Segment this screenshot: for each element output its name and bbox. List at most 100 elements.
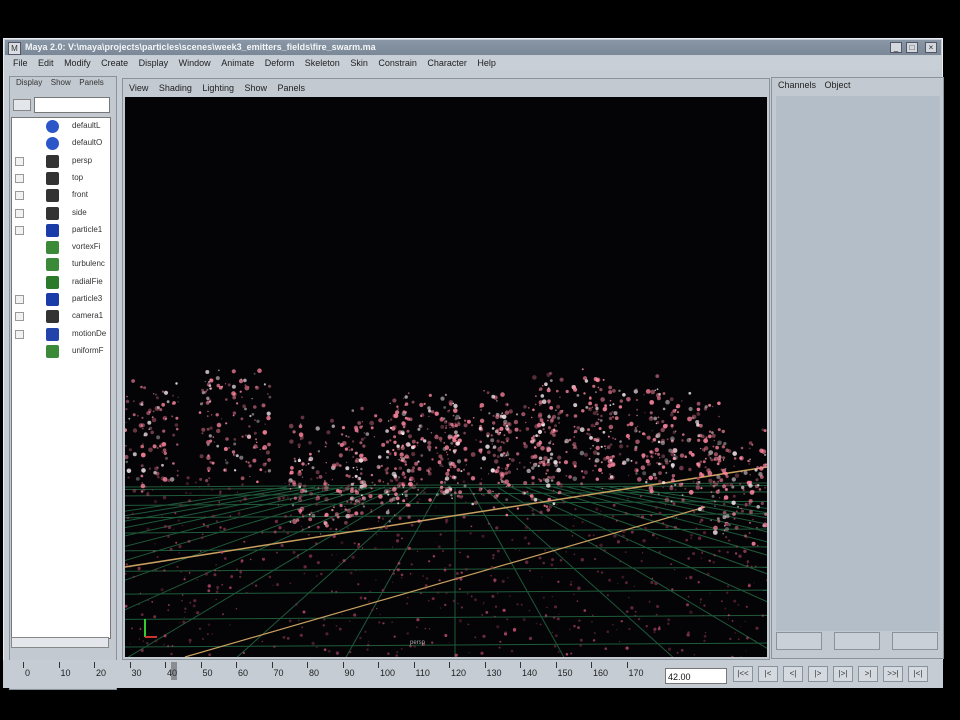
outliner-search-input[interactable] [35,98,109,112]
playback-button[interactable]: |> [808,666,828,682]
fire-particle [602,378,605,381]
expand-toggle[interactable] [15,329,24,339]
fire-particle [674,483,677,486]
menu-skeleton[interactable]: Skeleton [305,56,340,70]
ground-particle [467,593,469,595]
maya-app-icon[interactable]: M [8,42,21,55]
menu-skin[interactable]: Skin [350,56,368,70]
outliner-item[interactable]: defaultO [12,135,112,151]
fire-particle [232,453,236,457]
outliner-item[interactable]: particle1 [12,222,112,238]
fire-particle [533,498,538,502]
expand-toggle[interactable] [15,208,24,218]
outliner-list[interactable]: defaultL defaultO persp top front side particl… [11,117,111,639]
outliner-horizontal-scrollbar[interactable] [11,637,109,648]
menu-file[interactable]: File [13,56,28,70]
ground-particle [727,618,730,620]
channel-box-tool-button-1[interactable] [776,632,822,650]
fire-particle [496,455,500,459]
expand-toggle[interactable] [15,156,24,166]
ground-particle [625,646,629,650]
ground-particle [200,536,204,540]
expand-toggle[interactable] [15,173,24,183]
menu-help[interactable]: Help [477,56,496,70]
outliner-menu-display[interactable]: Display [16,77,42,89]
viewport-menu-panels[interactable]: Panels [278,81,306,95]
fire-particle [717,401,721,406]
ground-particle [424,487,426,489]
fire-particle [552,414,557,419]
ground-particle [326,523,328,526]
fire-particle [514,427,519,432]
outliner-item[interactable]: camera1 [12,308,112,324]
playback-button[interactable]: >>| [883,666,903,682]
menu-create[interactable]: Create [101,56,128,70]
fire-particle [646,435,651,440]
outliner-item[interactable]: persp [12,153,112,169]
viewport-menu-shading[interactable]: Shading [159,81,192,95]
outliner-item[interactable]: turbulenc [12,256,112,272]
expand-toggle[interactable] [15,295,24,304]
maximize-button[interactable]: □ [906,42,918,53]
menu-display[interactable]: Display [139,56,169,70]
outliner-menu-panels[interactable]: Panels [79,77,103,89]
fire-particle [169,477,175,482]
outliner-item[interactable]: motionDe [12,326,112,342]
outliner-item[interactable]: radialFie [12,274,112,290]
current-frame-field[interactable]: 42.00 [665,668,727,684]
close-button[interactable]: × [925,42,937,53]
playback-button[interactable]: <| [783,666,803,682]
viewport-menu-show[interactable]: Show [244,81,267,95]
fire-particle [665,423,669,427]
title-bar[interactable]: M Maya 2.0: V:\maya\projects\particles\s… [5,40,941,55]
expand-toggle[interactable] [15,225,24,235]
viewport-menu-lighting[interactable]: Lighting [202,81,234,95]
outliner-item[interactable]: side [12,205,112,221]
menu-animate[interactable]: Animate [221,56,254,70]
menu-edit[interactable]: Edit [38,56,54,70]
playback-button[interactable]: |<| [908,666,928,682]
outliner-item-label: top [72,172,84,182]
menu-deform[interactable]: Deform [265,56,295,70]
minimize-button[interactable]: _ [890,42,902,53]
playback-button[interactable]: |< [758,666,778,682]
outliner-search-field[interactable] [34,97,110,113]
outliner-item[interactable]: particle3 [12,291,112,307]
playback-button[interactable]: >| [858,666,878,682]
menu-character[interactable]: Character [427,56,467,70]
menu-window[interactable]: Window [179,56,211,70]
menu-modify[interactable]: Modify [64,56,91,70]
channel-box-area[interactable] [776,96,940,631]
perspective-viewport[interactable] [125,97,767,657]
ground-particle [462,480,466,484]
channel-box-tool-button-3[interactable] [892,632,938,650]
fire-particle [249,475,251,478]
ground-particle [308,533,310,536]
outliner-item[interactable]: vortexFi [12,239,112,255]
ground-particle [685,538,688,542]
outliner-item[interactable]: uniformF [12,343,112,359]
outliner-item[interactable]: defaultL [12,118,112,134]
fire-particle [345,486,350,491]
viewport-menu-view[interactable]: View [129,81,148,95]
time-ticks[interactable]: 0 10 20 30 40 50 60 70 80 90 100 110 120 130 140 150 160… [23,662,663,682]
menu-constrain[interactable]: Constrain [378,56,417,70]
current-time-marker[interactable] [171,662,177,680]
fire-particle [523,466,526,469]
fire-particle [405,443,408,446]
playback-button[interactable]: |<< [733,666,753,682]
fire-particle [540,446,545,451]
channel-box-tool-button-2[interactable] [834,632,880,650]
outliner-item[interactable]: top [12,170,112,186]
playback-button[interactable]: |>| [833,666,853,682]
expand-toggle[interactable] [15,191,24,201]
outliner-item[interactable]: front [12,187,112,203]
channel-box-menu-channels[interactable]: Channels [778,78,816,92]
ground-particle [492,553,495,557]
outliner-filter-button[interactable] [13,99,31,111]
outliner-menu-show[interactable]: Show [51,77,71,89]
fire-particle [369,420,375,426]
channel-box-menu-object[interactable]: Object [825,78,851,92]
expand-toggle[interactable] [15,312,24,322]
fire-particle [414,461,419,466]
